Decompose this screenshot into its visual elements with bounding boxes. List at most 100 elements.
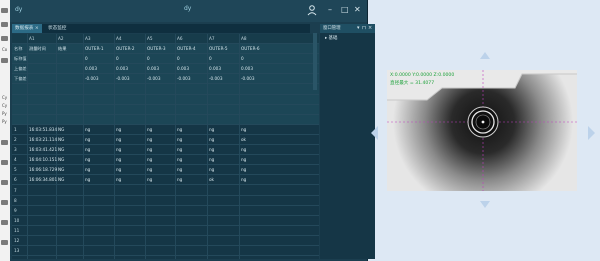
row-number[interactable]: 13 (14, 247, 19, 255)
table-cell[interactable]: 0.003 (116, 65, 128, 73)
row-number[interactable]: 11 (14, 227, 19, 235)
row-number[interactable]: 4 (14, 156, 17, 164)
table-cell[interactable]: ng (85, 146, 90, 154)
table-cell[interactable]: ng (116, 136, 121, 144)
table-cell[interactable]: NG (58, 146, 64, 154)
table-cell[interactable]: ng (177, 166, 182, 174)
table-cell[interactable]: ok (241, 136, 246, 144)
table-cell[interactable]: -0.003 (85, 75, 99, 83)
table-cell[interactable]: OUTER-4 (177, 45, 195, 53)
tab-status-monitor[interactable]: 状态监控 (45, 24, 69, 33)
table-cell[interactable]: 0 (85, 55, 88, 63)
table-cell[interactable]: OUTER-5 (209, 45, 227, 53)
table-cell[interactable]: 16:04:10.151 (29, 156, 57, 164)
column-header[interactable]: A6 (177, 35, 183, 43)
table-cell[interactable]: -0.003 (147, 75, 161, 83)
table-cell[interactable]: ng (85, 136, 90, 144)
table-cell[interactable]: ng (209, 126, 214, 134)
app-icon[interactable] (1, 180, 8, 185)
table-cell[interactable]: NG (58, 166, 64, 174)
table-cell[interactable]: ng (147, 126, 152, 134)
table-cell[interactable]: ng (209, 136, 214, 144)
table-cell[interactable]: -0.003 (116, 75, 130, 83)
table-cell[interactable]: 16:06:34.801 (29, 176, 57, 184)
column-header[interactable]: A3 (85, 35, 91, 43)
camera-view[interactable]: X:0.0000 Y:0.0000 Z:0.0000 直径最大 = 31.407… (387, 70, 577, 191)
table-cell[interactable]: ng (85, 176, 90, 184)
table-cell[interactable]: NG (58, 176, 64, 184)
row-number[interactable]: 12 (14, 237, 19, 245)
table-cell[interactable]: ng (147, 156, 152, 164)
app-icon[interactable] (1, 58, 8, 63)
table-cell[interactable]: 0.003 (209, 65, 221, 73)
arrow-up-icon[interactable] (480, 52, 490, 59)
table-cell[interactable]: ng (85, 126, 90, 134)
table-cell[interactable]: ng (209, 166, 214, 174)
table-cell[interactable]: 0 (209, 55, 212, 63)
table-cell[interactable]: 0 (177, 55, 180, 63)
table-cell[interactable]: -0.003 (209, 75, 223, 83)
table-cell[interactable]: ng (209, 156, 214, 164)
row-label[interactable]: 上偏差 (14, 65, 27, 73)
table-cell[interactable]: ng (116, 156, 121, 164)
row-number[interactable]: 9 (14, 207, 17, 215)
table-cell[interactable]: ng (116, 166, 121, 174)
close-button[interactable]: ✕ (354, 5, 361, 15)
table-cell[interactable]: ng (241, 146, 246, 154)
row-number[interactable]: 8 (14, 197, 17, 205)
arrow-right-icon[interactable] (588, 126, 595, 140)
table-cell[interactable]: ok (209, 176, 214, 184)
table-cell[interactable]: 16:06:18.729 (29, 166, 57, 174)
table-cell[interactable]: 0 (241, 55, 244, 63)
table-cell[interactable]: ng (85, 166, 90, 174)
table-cell[interactable]: 0.003 (241, 65, 253, 73)
dropdown-icon[interactable]: ▾ (357, 24, 360, 33)
table-cell[interactable]: ng (177, 126, 182, 134)
column-header[interactable]: A2 (58, 35, 64, 43)
table-cell[interactable]: OUTER-3 (147, 45, 165, 53)
table-cell[interactable]: OUTER-1 (85, 45, 103, 53)
table-cell[interactable]: ng (116, 176, 121, 184)
row-label[interactable]: 名称 (14, 45, 22, 53)
app-icon[interactable] (1, 240, 8, 245)
row-number[interactable]: 5 (14, 166, 17, 174)
table-cell[interactable]: -0.003 (177, 75, 191, 83)
table-cell[interactable]: ng (177, 146, 182, 154)
table-cell[interactable]: ng (177, 136, 182, 144)
row-number[interactable]: 3 (14, 146, 17, 154)
tab-close-icon[interactable]: × (35, 26, 39, 31)
tree-item-basic[interactable]: ▸ 基础 (325, 35, 337, 41)
row-number[interactable]: 1 (14, 126, 17, 134)
table-cell[interactable]: 16:03:21.114 (29, 136, 57, 144)
column-header[interactable]: A5 (147, 35, 153, 43)
maximize-button[interactable]: □ (341, 5, 349, 15)
table-cell[interactable]: 结果 (58, 45, 66, 53)
app-icon[interactable] (1, 140, 8, 145)
table-cell[interactable]: ng (177, 156, 182, 164)
table-cell[interactable]: ng (147, 146, 152, 154)
table-cell[interactable]: OUTER-6 (241, 45, 259, 53)
column-header[interactable]: A1 (29, 35, 35, 43)
table-cell[interactable]: -0.003 (241, 75, 255, 83)
row-label[interactable]: 下偏差 (14, 75, 27, 83)
arrow-left-icon[interactable] (371, 126, 378, 140)
column-header[interactable]: A4 (116, 35, 122, 43)
app-icon[interactable] (1, 220, 8, 225)
row-number[interactable]: 7 (14, 187, 17, 195)
table-cell[interactable]: ng (177, 176, 182, 184)
table-cell[interactable]: ng (209, 146, 214, 154)
user-icon[interactable] (306, 4, 318, 16)
table-cell[interactable]: 0 (147, 55, 150, 63)
table-scrollbar[interactable] (313, 33, 317, 90)
row-number[interactable]: 10 (14, 217, 19, 225)
table-cell[interactable]: 0.003 (177, 65, 189, 73)
table-cell[interactable]: ng (116, 146, 121, 154)
row-number[interactable]: 2 (14, 136, 17, 144)
table-cell[interactable]: 16:03:51.834 (29, 126, 57, 134)
app-icon[interactable] (1, 8, 8, 13)
table-cell[interactable]: ng (147, 166, 152, 174)
table-cell[interactable]: NG (58, 156, 64, 164)
tab-data-report[interactable]: 数据报表 × (12, 24, 42, 33)
table-cell[interactable]: ng (116, 126, 121, 134)
table-cell[interactable]: ng (85, 156, 90, 164)
